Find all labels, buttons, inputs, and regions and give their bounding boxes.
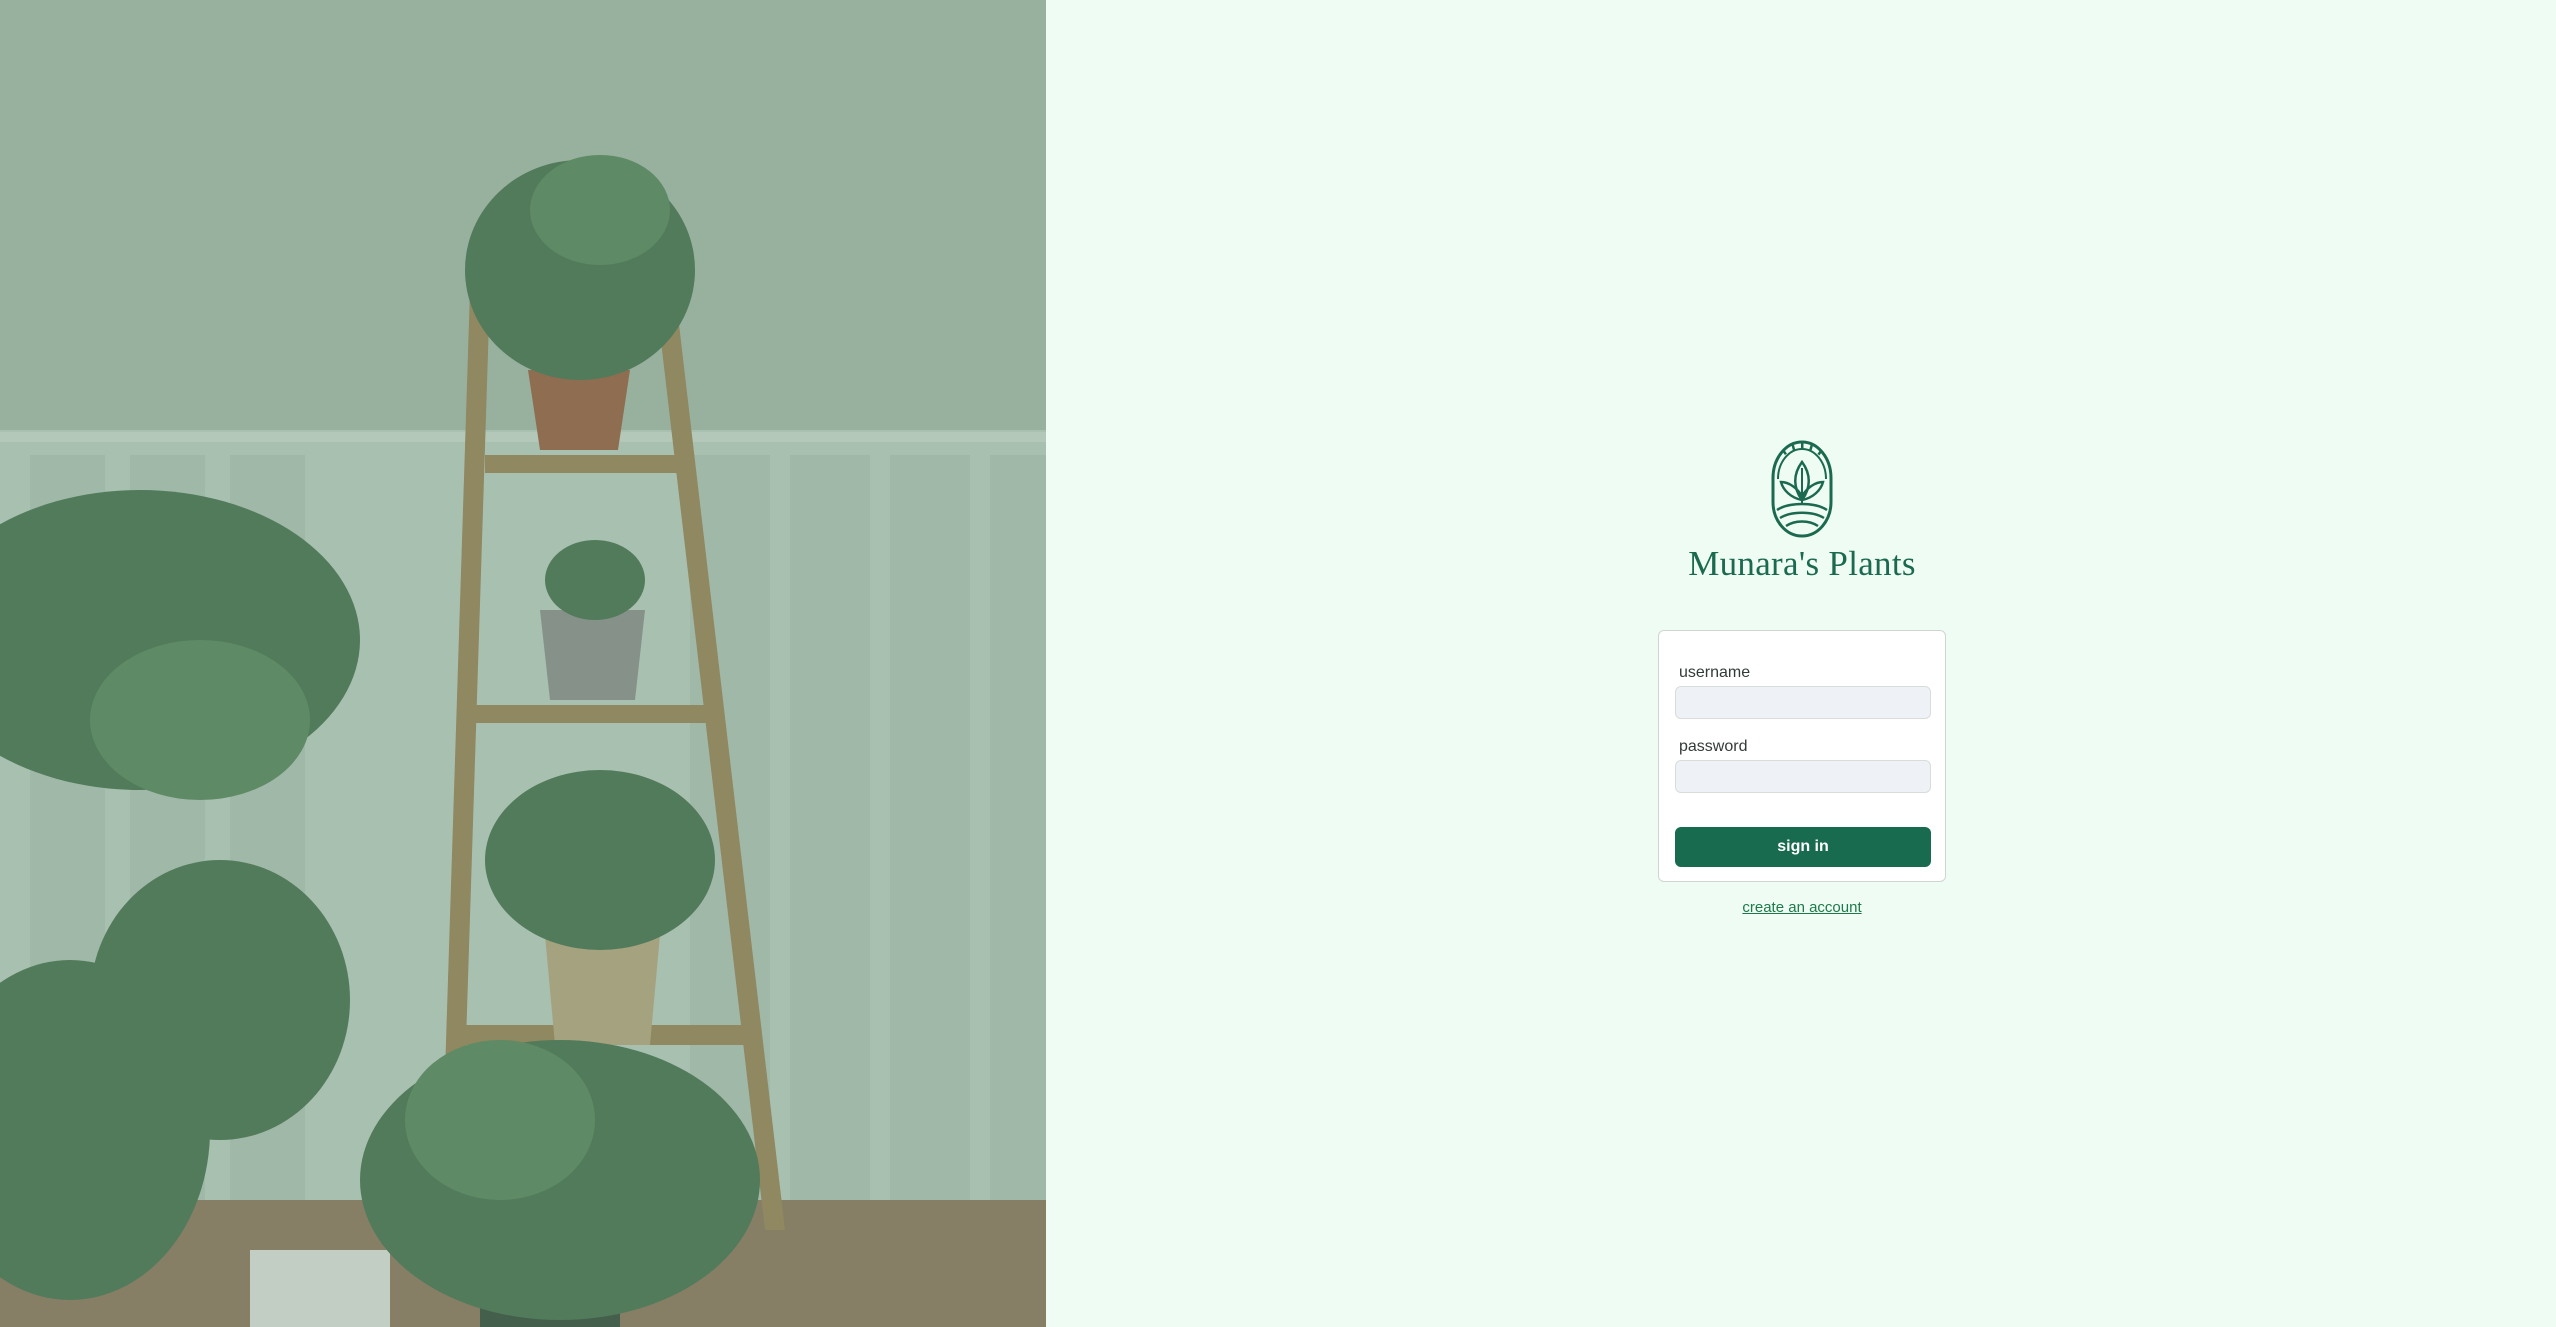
username-input[interactable] xyxy=(1675,686,1931,719)
login-card: username password sign in xyxy=(1658,630,1946,882)
brand-name: Munara's Plants xyxy=(1688,544,1916,583)
brand-header: Munara's Plants xyxy=(1612,438,1992,584)
leaf-arch-emblem-icon xyxy=(1771,440,1833,538)
password-label: password xyxy=(1679,738,1748,755)
create-account-link[interactable]: create an account xyxy=(1658,899,1946,916)
sign-in-button[interactable]: sign in xyxy=(1675,827,1931,867)
hero-plant-image xyxy=(0,0,1046,1327)
password-input[interactable] xyxy=(1675,760,1931,793)
username-label: username xyxy=(1679,664,1751,681)
